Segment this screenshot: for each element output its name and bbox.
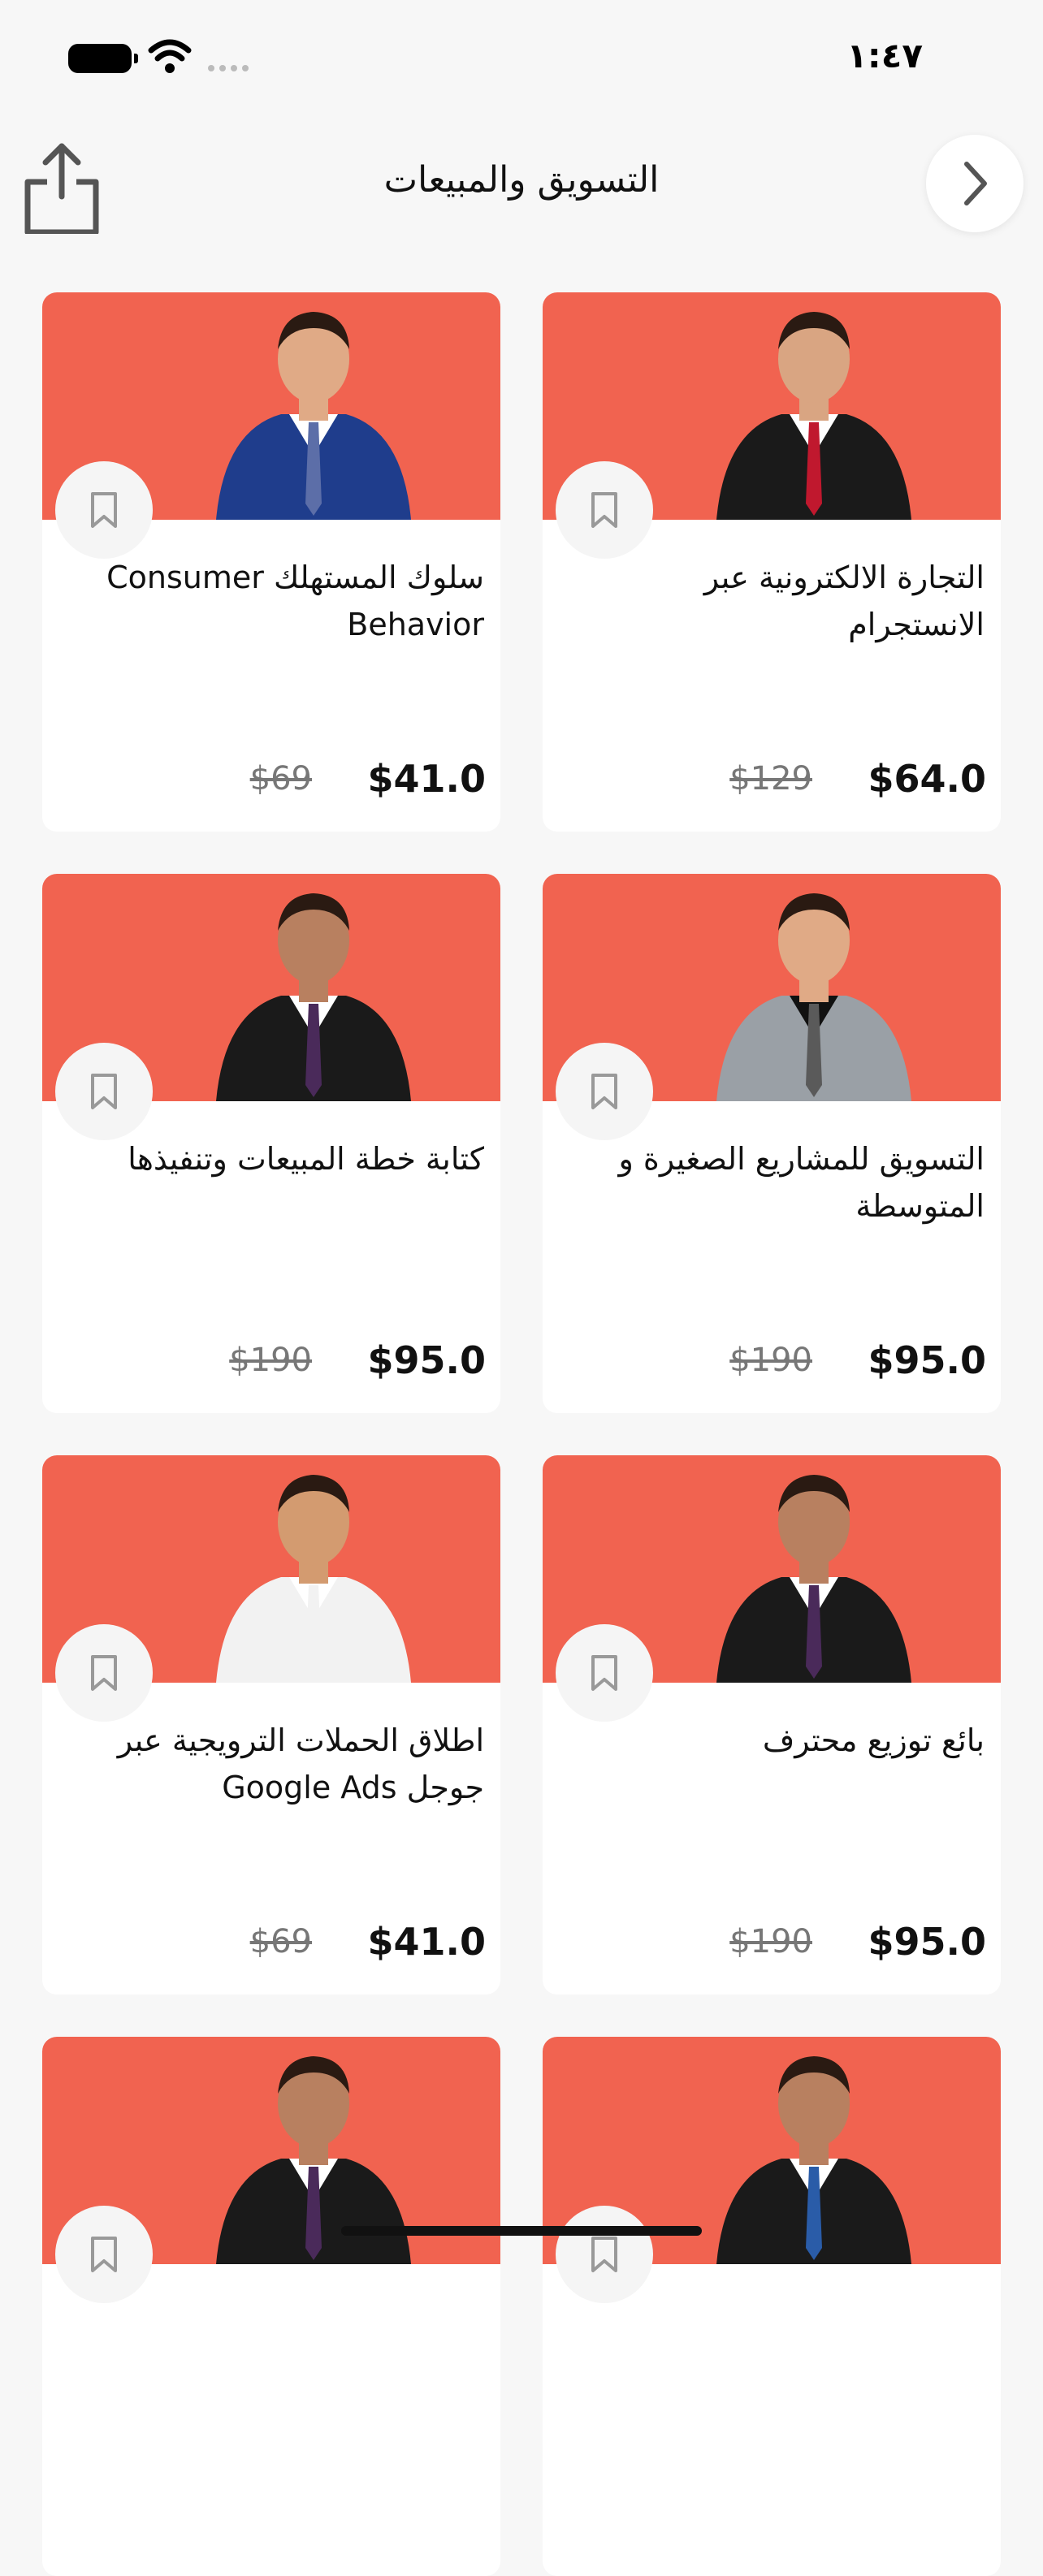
course-card[interactable]: كتابة خطة المبيعات وتنفيذها $95.0 $190 bbox=[42, 874, 500, 1413]
status-bar: ١:٤٧ bbox=[0, 0, 1043, 114]
bookmark-icon bbox=[91, 1655, 117, 1691]
course-card[interactable]: التجارة الالكترونية عبر الانستجرام $64.0 $… bbox=[543, 292, 1001, 832]
course-title: التجارة الالكترونية عبر الانستجرام bbox=[703, 560, 985, 642]
signal-icon bbox=[208, 65, 249, 71]
bookmark-icon bbox=[591, 1074, 617, 1109]
page-title: التسويق والمبيعات bbox=[383, 159, 660, 201]
instructor-figure bbox=[716, 2056, 911, 2264]
bookmark-icon bbox=[591, 2237, 617, 2272]
bookmark-icon bbox=[591, 1655, 617, 1691]
course-price: $41.0 bbox=[367, 1920, 486, 1964]
course-card[interactable] bbox=[42, 2037, 500, 2576]
chevron-right-icon bbox=[964, 162, 987, 205]
course-old-price: $190 bbox=[229, 1342, 312, 1379]
course-title: بائع توزيع محترف bbox=[762, 1722, 985, 1758]
course-card[interactable]: التسويق للمشاريع الصغيرة و المتوسطة $95.0… bbox=[543, 874, 1001, 1413]
home-indicator bbox=[341, 2226, 702, 2236]
bookmark-button[interactable] bbox=[556, 2206, 653, 2303]
course-title: سلوك المستهلك Consumer Behavior bbox=[106, 560, 484, 642]
course-price: $95.0 bbox=[367, 1338, 486, 1382]
course-title: كتابة خطة المبيعات وتنفيذها bbox=[128, 1141, 484, 1177]
bookmark-icon bbox=[91, 2237, 117, 2272]
instructor-figure bbox=[216, 1475, 411, 1683]
course-price: $95.0 bbox=[868, 1920, 986, 1964]
bookmark-icon bbox=[91, 1074, 117, 1109]
bookmark-button[interactable] bbox=[55, 2206, 153, 2303]
bookmark-icon bbox=[91, 492, 117, 528]
course-old-price: $190 bbox=[729, 1342, 812, 1379]
status-time: ١:٤٧ bbox=[846, 36, 923, 76]
wifi-icon bbox=[148, 39, 192, 73]
battery-icon bbox=[68, 44, 138, 73]
course-card[interactable]: سلوك المستهلك Consumer Behavior $41.0 $69 bbox=[42, 292, 500, 832]
nav-bar: التسويق والمبيعات bbox=[0, 122, 1043, 252]
bookmark-button[interactable] bbox=[55, 461, 153, 559]
instructor-figure bbox=[216, 312, 411, 520]
bookmark-icon bbox=[591, 492, 617, 528]
instructor-figure bbox=[716, 312, 911, 520]
bookmark-button[interactable] bbox=[556, 1043, 653, 1140]
course-card[interactable]: بائع توزيع محترف $95.0 $190 bbox=[543, 1455, 1001, 1995]
course-old-price: $69 bbox=[249, 760, 312, 797]
course-price: $41.0 bbox=[367, 757, 486, 801]
bookmark-button[interactable] bbox=[55, 1624, 153, 1722]
bookmark-button[interactable] bbox=[556, 461, 653, 559]
bookmark-button[interactable] bbox=[556, 1624, 653, 1722]
course-old-price: $129 bbox=[729, 760, 812, 797]
course-title: اطلاق الحملات الترويجية عبر جوجل Google … bbox=[117, 1722, 484, 1805]
course-old-price: $69 bbox=[249, 1923, 312, 1960]
course-price: $64.0 bbox=[868, 757, 986, 801]
course-card[interactable] bbox=[543, 2037, 1001, 2576]
course-title: التسويق للمشاريع الصغيرة و المتوسطة bbox=[618, 1141, 985, 1224]
course-old-price: $190 bbox=[729, 1923, 812, 1960]
course-card[interactable]: اطلاق الحملات الترويجية عبر جوجل Google … bbox=[42, 1455, 500, 1995]
bookmark-button[interactable] bbox=[55, 1043, 153, 1140]
instructor-figure bbox=[716, 1475, 911, 1683]
forward-button[interactable] bbox=[926, 135, 1024, 232]
course-price: $95.0 bbox=[868, 1338, 986, 1382]
instructor-figure bbox=[716, 893, 911, 1101]
instructor-figure bbox=[216, 893, 411, 1101]
